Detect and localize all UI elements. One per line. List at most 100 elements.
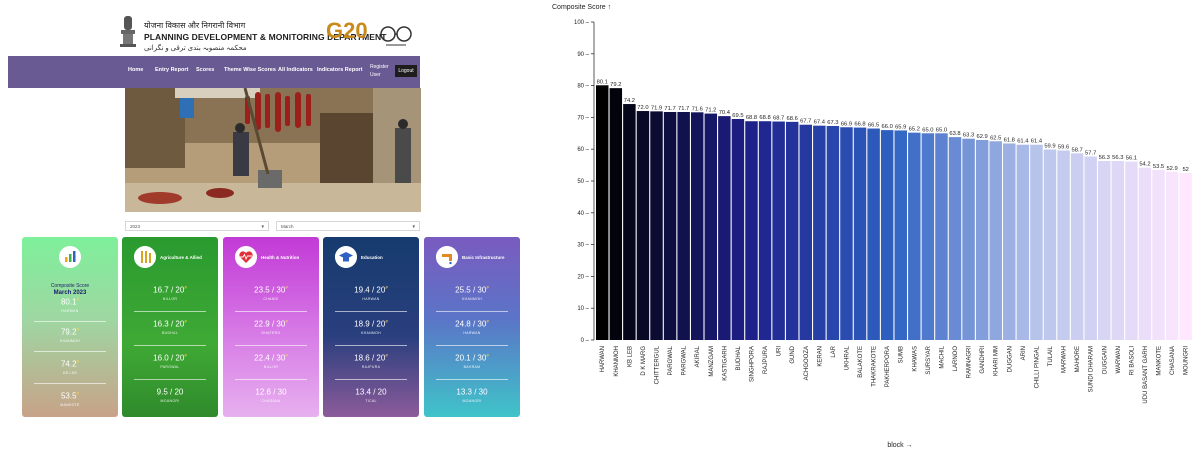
nav-register-user[interactable]: Register User	[370, 63, 392, 79]
month-select[interactable]: March ▾	[276, 221, 420, 231]
data-label: 54.2	[1139, 162, 1150, 168]
nav-theme-wise-scores[interactable]: Theme Wise Scores	[224, 67, 276, 73]
x-tick-label: GUND	[790, 345, 796, 363]
bar	[935, 133, 948, 340]
bar	[975, 139, 989, 340]
y-tick-label: 100 –	[574, 20, 590, 26]
education-card[interactable]: Education 19.4 / 20# HARWAN 18.9 / 20# KHA…	[323, 237, 419, 417]
x-tick-label: KERAN	[817, 346, 823, 367]
bar	[948, 137, 962, 340]
x-tick-label: SUNDI DHARAM	[1089, 346, 1095, 392]
data-label: 68.8	[759, 115, 770, 121]
bar	[785, 121, 799, 341]
x-tick-label: SINGHPORA	[749, 346, 755, 382]
x-tick-label: RAMNAGRI	[967, 346, 973, 379]
card-row: 24.8 / 30# HARWAN	[455, 319, 489, 335]
bar	[1057, 150, 1070, 340]
card-divider	[33, 383, 107, 384]
x-tick-label: RAJPURA	[763, 346, 769, 374]
data-label: 53.5	[1153, 164, 1164, 170]
card-row: 16.7 / 20# NILLOR	[153, 285, 187, 301]
x-tick-label: RI BASOLI	[1129, 346, 1135, 376]
nav-home[interactable]: Home	[128, 67, 143, 73]
y-tick-label: 80 –	[577, 84, 589, 90]
bar	[826, 125, 840, 341]
data-label: 63.8	[949, 131, 960, 137]
header-urdu-title: محکمہ منصوبہ بندی ترقی و نگرانی	[144, 45, 247, 52]
data-label: 61.4	[1031, 139, 1043, 145]
bar	[663, 111, 677, 340]
bar	[1179, 173, 1192, 340]
x-tick-label: CHILLI PINGAL	[1034, 345, 1040, 388]
bar	[1138, 167, 1152, 340]
card-row: 13.3 / 30 MOUNGRI	[456, 387, 488, 403]
card-divider	[334, 379, 408, 380]
swachh-bharat-glasses-icon	[380, 26, 412, 46]
infrastructure-card[interactable]: Basic Infrastructure 25.5 / 30# KHANMOH 2…	[424, 237, 520, 417]
card-divider	[234, 379, 308, 380]
year-select[interactable]: 2023 ▾	[125, 221, 269, 231]
bar	[718, 116, 731, 341]
bar	[731, 118, 745, 341]
x-tick-label: MARWAH	[1062, 346, 1068, 373]
x-tick-label: LARNOO	[953, 346, 959, 372]
nav-scores[interactable]: Scores	[196, 67, 214, 73]
data-label: 79.2	[610, 82, 621, 88]
logout-button[interactable]: Logout	[395, 65, 417, 77]
data-label: 58.7	[1071, 147, 1082, 153]
card-row: 22.4 / 30# NILLOR	[254, 353, 288, 369]
health-card[interactable]: Health & Nutrition 23.5 / 30# CHANDI 22.9…	[223, 237, 319, 417]
bar	[690, 112, 704, 340]
card-title: Education	[361, 255, 383, 260]
bar	[623, 104, 636, 340]
data-label: 68.7	[773, 116, 784, 122]
data-label: 56.3	[1099, 155, 1110, 161]
card-divider	[234, 311, 308, 312]
card-row: 18.9 / 20# KHANMOH	[354, 319, 388, 335]
composite-score-card[interactable]: Composite Score March 2023 80.1# HARWAN 7…	[22, 237, 118, 417]
data-label: 59.6	[1058, 144, 1069, 150]
card-title: Agriculture & Allied	[160, 255, 202, 260]
y-tick-label: 20 –	[577, 274, 589, 280]
x-tick-labels: HARWAN KHANMOH KB LEB D K MARG CHITTERGUL PAR…	[600, 345, 1189, 403]
month-select-value: March	[281, 224, 294, 229]
data-label: 71.9	[651, 105, 662, 111]
dashboard-screenshot: योजना विकास और निगरानी विभाग PLANNING DE…	[0, 0, 545, 453]
card-row: 18.6 / 20# RAJPURA	[354, 353, 388, 369]
x-tick-label: URI	[777, 346, 783, 357]
agriculture-card[interactable]: Agriculture & Allied 16.7 / 20# NILLOR 16…	[122, 237, 218, 417]
bar	[609, 88, 623, 340]
card-row: 16.0 / 20# PARGWAL	[153, 353, 187, 369]
nav-indicators-report[interactable]: Indicators Report	[317, 67, 363, 73]
bar	[867, 128, 880, 340]
data-label: 66.0	[882, 124, 893, 130]
bar	[1152, 169, 1165, 340]
data-label: 68.6	[787, 116, 798, 122]
data-label: 66.8	[854, 122, 865, 128]
x-tick-label: HARWAN	[600, 346, 606, 372]
x-tick-label: LAR	[831, 345, 837, 357]
x-axis-label: block →	[887, 442, 912, 449]
wheat-icon	[134, 246, 156, 268]
x-tick-label: MAHORE	[1075, 346, 1081, 372]
bar	[880, 130, 894, 340]
card-divider	[133, 345, 207, 346]
bar	[840, 127, 853, 341]
bar	[1165, 171, 1179, 340]
data-label: 62.5	[990, 135, 1001, 141]
x-tick-label: BALAKOTE	[858, 346, 864, 378]
nav-all-indicators[interactable]: All Indicators	[278, 67, 313, 73]
card-row: 74.2# KB LEB	[60, 359, 80, 375]
x-tick-label: KHARI MM	[994, 346, 1000, 376]
data-label: 66.9	[841, 121, 852, 127]
y-tick-label: 60 –	[577, 147, 589, 153]
graduation-cap-icon	[335, 246, 357, 268]
card-divider	[33, 351, 107, 352]
nav-entry-report[interactable]: Entry Report	[155, 67, 188, 73]
card-divider	[133, 379, 207, 380]
data-label: 65.2	[909, 127, 920, 133]
bar	[636, 111, 650, 340]
bar	[745, 121, 758, 340]
card-row: 80.1# HARWAN	[60, 297, 80, 313]
data-label: 63.3	[963, 133, 974, 139]
